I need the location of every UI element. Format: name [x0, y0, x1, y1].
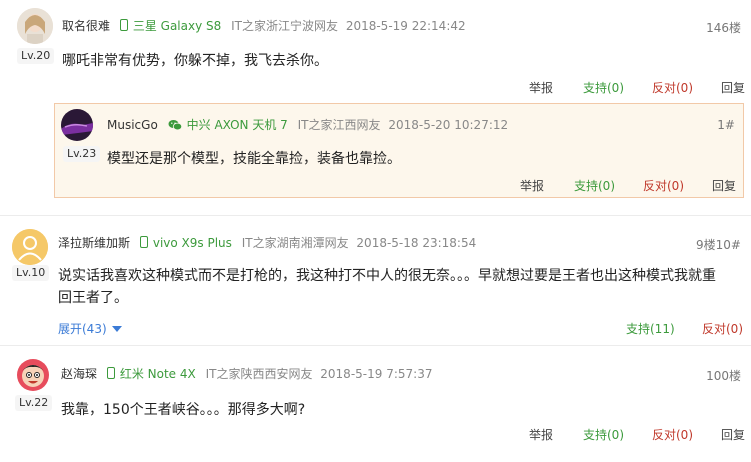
floor-number: 1# [717, 118, 735, 132]
user-level-badge: Lv.22 [15, 395, 53, 411]
wechat-icon [168, 119, 182, 135]
username[interactable]: MusicGo [107, 118, 158, 132]
support-button[interactable]: 支持(0) [583, 79, 624, 96]
oppose-button[interactable]: 反对(0) [643, 177, 684, 194]
support-button[interactable]: 支持(11) [626, 320, 675, 337]
user-location: IT之家陕西西安网友 [205, 367, 313, 381]
floor-number: 9楼10# [696, 238, 741, 252]
device-name: vivo X9s Plus [152, 236, 232, 250]
oppose-button[interactable]: 反对(0) [652, 79, 693, 96]
comment-content: 说实话我喜欢这种模式而不是打枪的，我这种打不中人的很无奈。。。早就想过要是王者也… [58, 265, 748, 309]
comment-content: 模型还是那个模型，技能全靠捡，装备也靠捡。 [107, 151, 401, 167]
comment-time: 2018-5-18 23:18:54 [356, 236, 477, 250]
comment-meta: 取名很难 三星 Galaxy S8 IT之家浙江宁波网友 2018-5-19 2… [62, 18, 466, 34]
comment-time: 2018-5-19 7:57:37 [320, 367, 433, 381]
comment-time: 2018-5-20 10:27:12 [388, 118, 509, 132]
comment-actions: 举报 支持(0) 反对(0) 回复 [55, 177, 745, 193]
user-location: IT之家湖南湘潭网友 [241, 236, 349, 250]
nested-reply: Lv.23 MusicGo 中兴 AXON 天机 7 IT之家江西网友 2018… [54, 103, 744, 198]
divider [0, 345, 751, 346]
comment-actions: 举报 支持(0) 反对(0) 回复 [0, 79, 751, 95]
report-button[interactable]: 举报 [520, 177, 544, 194]
avatar[interactable] [17, 8, 53, 44]
comment-meta: 泽拉斯维加斯 vivo X9s Plus IT之家湖南湘潭网友 2018-5-1… [58, 235, 476, 251]
default-avatar-icon [12, 229, 48, 265]
comment-time: 2018-5-19 22:14:42 [345, 19, 466, 33]
reply-button[interactable]: 回复 [721, 79, 745, 96]
reply-button[interactable]: 回复 [712, 177, 736, 194]
divider [0, 215, 751, 216]
avatar[interactable] [15, 357, 51, 393]
comment-actions: 支持(11) 反对(0) [0, 320, 751, 336]
comment-actions: 举报 支持(0) 反对(0) 回复 [0, 426, 751, 442]
device-name: 三星 Galaxy S8 [132, 19, 222, 33]
avatar-image [17, 8, 53, 44]
user-location: IT之家江西网友 [297, 118, 381, 132]
phone-icon [139, 236, 148, 248]
avatar-image [15, 357, 51, 393]
comment-content-line: 说实话我喜欢这种模式而不是打枪的，我这种打不中人的很无奈。。。早就想过要是王者也… [58, 268, 716, 284]
username[interactable]: 取名很难 [62, 19, 110, 33]
avatar[interactable] [61, 109, 93, 141]
comment-meta: 赵海琛 红米 Note 4X IT之家陕西西安网友 2018-5-19 7:57… [61, 366, 432, 382]
user-level-badge: Lv.10 [12, 265, 50, 281]
device-name: 中兴 AXON 天机 7 [186, 118, 288, 132]
report-button[interactable]: 举报 [529, 79, 553, 96]
floor-number: 100楼 [706, 369, 741, 383]
user-level-badge: Lv.23 [63, 146, 101, 162]
comment-meta: MusicGo 中兴 AXON 天机 7 IT之家江西网友 2018-5-20 … [107, 117, 508, 135]
username[interactable]: 泽拉斯维加斯 [58, 236, 130, 250]
comment-content-line: 回王者了。 [58, 290, 128, 306]
comment-content: 哪吒非常有优势，你躲不掉，我飞去杀你。 [62, 53, 328, 69]
device-name: 红米 Note 4X [119, 367, 196, 381]
phone-icon [106, 367, 115, 379]
avatar-image [61, 109, 93, 141]
floor-number: 146楼 [706, 21, 741, 35]
user-location: IT之家浙江宁波网友 [231, 19, 338, 33]
support-button[interactable]: 支持(0) [583, 426, 624, 443]
report-button[interactable]: 举报 [529, 426, 553, 443]
reply-button[interactable]: 回复 [721, 426, 745, 443]
oppose-button[interactable]: 反对(0) [652, 426, 693, 443]
support-button[interactable]: 支持(0) [574, 177, 615, 194]
phone-icon [119, 19, 128, 31]
avatar[interactable] [12, 229, 48, 265]
oppose-button[interactable]: 反对(0) [702, 320, 743, 337]
username[interactable]: 赵海琛 [61, 367, 97, 381]
user-level-badge: Lv.20 [17, 48, 55, 64]
comment-content: 我靠，150个王者峡谷。。。那得多大啊? [61, 402, 306, 418]
